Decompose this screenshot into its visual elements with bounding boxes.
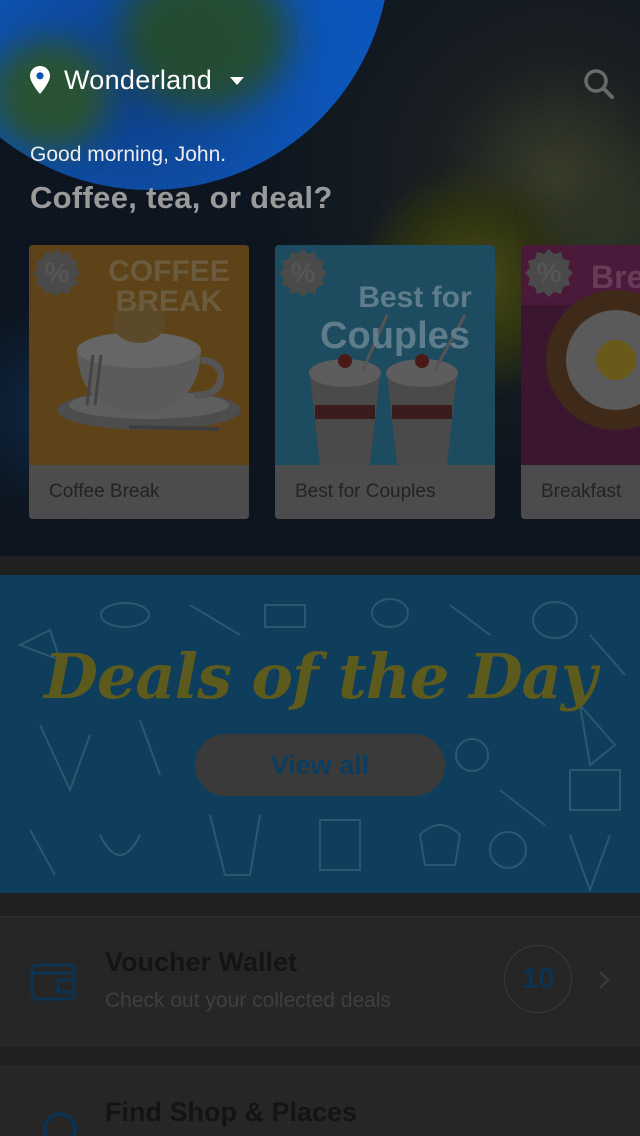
- image-title-line: Couples: [320, 315, 470, 357]
- voucher-wallet-subtitle: Check out your collected deals: [105, 989, 391, 1012]
- category-card-best-for-couples[interactable]: Best for Couples % Best for Couples: [275, 245, 495, 519]
- dropdown-caret-icon: [230, 77, 245, 85]
- header-area: Wonderland Good morning, John. Coffee, t…: [0, 0, 640, 556]
- search-icon[interactable]: [583, 68, 615, 100]
- find-shop-row[interactable]: Find Shop & Places: [0, 1066, 640, 1136]
- card-label: Breakfast: [521, 465, 640, 519]
- card-label: Coffee Break: [29, 465, 249, 519]
- card-image-title: COFFEE BREAK: [99, 257, 239, 317]
- card-image: Bre %: [521, 245, 640, 465]
- card-image: COFFEE BREAK %: [29, 245, 249, 465]
- voucher-wallet-title: Voucher Wallet: [105, 947, 298, 977]
- card-label: Best for Couples: [275, 465, 495, 519]
- voucher-count-badge: 10: [504, 945, 572, 1013]
- location-pin-icon: [30, 66, 50, 94]
- chevron-right-icon: [599, 971, 610, 989]
- category-card-breakfast[interactable]: Bre % Breakfast: [521, 245, 640, 519]
- view-all-button[interactable]: View all: [195, 734, 445, 796]
- category-card-coffee-break[interactable]: COFFEE BREAK % Coffee Break: [29, 245, 249, 519]
- card-image-title: Bre: [591, 259, 640, 295]
- deals-title: Deals of the Day: [44, 640, 597, 713]
- search-place-icon: [43, 1112, 77, 1136]
- voucher-wallet-row[interactable]: Voucher Wallet Check out your collected …: [0, 916, 640, 1046]
- percent-badge-text: %: [536, 257, 562, 288]
- category-carousel[interactable]: COFFEE BREAK % Coffee Break Best for Cou…: [29, 245, 640, 520]
- percent-badge-text: %: [44, 257, 70, 288]
- card-image: Best for Couples %: [275, 245, 495, 465]
- percent-badge-text: %: [290, 257, 316, 288]
- tagline-text: Coffee, tea, or deal?: [30, 180, 333, 215]
- greeting-text: Good morning, John.: [30, 143, 227, 166]
- location-name: Wonderland: [64, 64, 213, 95]
- location-selector[interactable]: Wonderland: [30, 60, 245, 100]
- image-title-line: COFFEE: [108, 255, 230, 288]
- wallet-icon: [30, 963, 76, 1001]
- find-shop-title: Find Shop & Places: [105, 1097, 358, 1127]
- app-screen: Wonderland Good morning, John. Coffee, t…: [0, 0, 640, 1136]
- image-title-line: BREAK: [115, 285, 223, 318]
- image-title-line: Best for: [358, 281, 472, 314]
